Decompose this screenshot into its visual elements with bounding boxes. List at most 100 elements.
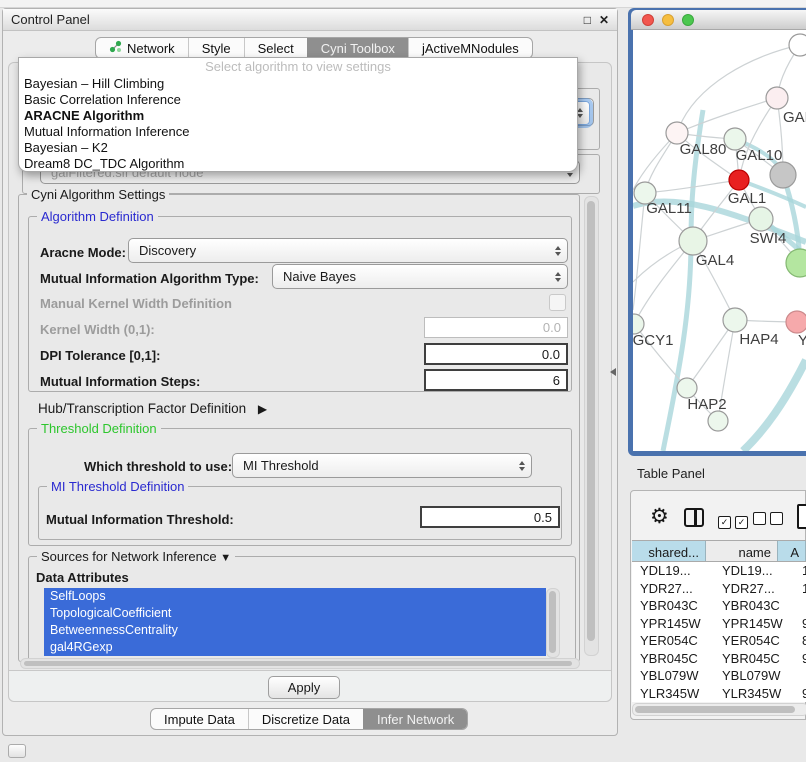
- algorithm-option[interactable]: Dream8 DC_TDC Algorithm: [19, 156, 577, 172]
- select-all-checkboxes-icon[interactable]: ✓✓: [718, 512, 752, 530]
- minimize-traffic-light[interactable]: [662, 14, 674, 26]
- network-node-label: SWI4: [750, 230, 787, 247]
- collapse-down-icon[interactable]: ▼: [220, 552, 231, 564]
- data-attribute-item[interactable]: TopologicalCoefficient: [44, 605, 546, 622]
- network-node[interactable]: [729, 170, 749, 190]
- table-rows[interactable]: YDL19...YDL19...13YDR27...YDR27...12YBR0…: [632, 562, 806, 702]
- mi-threshold-field[interactable]: 0.5: [420, 506, 560, 528]
- close-traffic-light[interactable]: [642, 14, 654, 26]
- table-row[interactable]: YPR145WYPR145W9.: [632, 615, 806, 633]
- tab-discretize-data[interactable]: Discretize Data: [248, 709, 363, 729]
- table-header: shared...nameA: [632, 540, 806, 562]
- collapse-right-icon[interactable]: ▶: [258, 402, 267, 416]
- tab-jactivemnodules[interactable]: jActiveMNodules: [408, 38, 532, 58]
- tab-infer-network[interactable]: Infer Network: [363, 709, 467, 729]
- network-edge[interactable]: [634, 241, 693, 324]
- algorithm-dropdown-list: Select algorithm to view settings Bayesi…: [18, 57, 578, 172]
- network-node[interactable]: [766, 87, 788, 109]
- network-node[interactable]: [786, 311, 806, 333]
- sources-title[interactable]: Sources for Network Inference ▼: [37, 549, 235, 566]
- tab-impute-data[interactable]: Impute Data: [151, 709, 248, 729]
- network-edge[interactable]: [677, 98, 777, 133]
- table-row[interactable]: YBR045CYBR045C9.: [632, 650, 806, 668]
- network-node[interactable]: [770, 162, 796, 188]
- network-node-label: GAL4: [696, 252, 734, 269]
- aracne-mode-label: Aracne Mode:: [40, 245, 126, 260]
- control-panel-titlebar: Control Panel □ ✕: [3, 9, 617, 31]
- table-row[interactable]: YBR043CYBR043C: [632, 597, 806, 615]
- algorithm-option[interactable]: Bayesian – K2: [19, 140, 577, 156]
- network-node-label: GAL11: [646, 200, 692, 217]
- table-row[interactable]: YBL079WYBL079W: [632, 667, 806, 685]
- new-table-icon[interactable]: [797, 504, 806, 529]
- data-attribute-item[interactable]: gal4RGexp: [44, 639, 546, 656]
- cyni-settings-title: Cyni Algorithm Settings: [27, 187, 169, 202]
- float-window-icon[interactable]: □: [584, 13, 591, 27]
- table-panel-title: Table Panel: [637, 466, 705, 481]
- table-horizontal-scrollbar[interactable]: [632, 703, 806, 716]
- mi-steps-field[interactable]: 6: [424, 369, 568, 391]
- gear-icon[interactable]: ⚙: [650, 506, 669, 527]
- network-node-label: GCY1: [633, 332, 673, 349]
- algorithm-option[interactable]: ARACNE Algorithm: [19, 108, 577, 124]
- network-icon: [109, 40, 122, 56]
- deselect-all-checkboxes-icon[interactable]: [753, 512, 787, 530]
- network-node[interactable]: [708, 411, 728, 431]
- table-column-header[interactable]: A: [778, 541, 806, 562]
- mi-type-combo[interactable]: Naive Bayes: [272, 264, 568, 289]
- splitter-collapse-icon[interactable]: [610, 368, 616, 376]
- network-window-titlebar[interactable]: [631, 10, 806, 30]
- control-panel-title: Control Panel: [11, 12, 90, 27]
- network-node[interactable]: [679, 227, 707, 255]
- mi-type-value: Naive Bayes: [283, 269, 356, 284]
- settings-horizontal-scrollbar[interactable]: [20, 658, 580, 669]
- mi-threshold-label: Mutual Information Threshold:: [46, 512, 234, 527]
- aracne-mode-combo[interactable]: Discovery: [128, 238, 568, 263]
- network-node[interactable]: [749, 207, 773, 231]
- table-row[interactable]: YLR345WYLR345W9.: [632, 685, 806, 703]
- collapsed-panel-icon[interactable]: [8, 744, 26, 758]
- algorithm-option[interactable]: Basic Correlation Inference: [19, 92, 577, 108]
- network-node-label: HAP4: [739, 331, 778, 348]
- network-edge[interactable]: [633, 193, 645, 310]
- close-icon[interactable]: ✕: [599, 13, 609, 27]
- tab-style[interactable]: Style: [188, 38, 244, 58]
- network-graph[interactable]: GALGAL80GAL10GAL1GAL11SWI4GAL4GCY1HAP4YH…: [633, 30, 806, 451]
- network-edge-highlighted[interactable]: [743, 360, 806, 451]
- algorithm-option[interactable]: Mutual Information Inference: [19, 124, 577, 140]
- zoom-traffic-light[interactable]: [682, 14, 694, 26]
- network-node-label: Y: [798, 332, 806, 349]
- table-column-header[interactable]: name: [706, 541, 778, 562]
- data-attributes-list[interactable]: SelfLoopsTopologicalCoefficientBetweenne…: [44, 588, 546, 656]
- network-node-label: GAL1: [728, 190, 766, 207]
- table-row[interactable]: YER054CYER054C8.: [632, 632, 806, 650]
- manual-kernel-checkbox[interactable]: [549, 294, 566, 311]
- network-node[interactable]: [633, 314, 644, 334]
- dpi-tolerance-field[interactable]: 0.0: [424, 343, 568, 365]
- data-attribute-item[interactable]: SelfLoops: [44, 588, 546, 605]
- kernel-width-field[interactable]: 0.0: [424, 317, 568, 338]
- tab-network[interactable]: Network: [96, 38, 188, 58]
- hub-definition-header[interactable]: Hub/Transcription Factor Definition ▶: [38, 401, 267, 417]
- algorithm-option[interactable]: Bayesian – Hill Climbing: [19, 76, 577, 92]
- which-threshold-combo[interactable]: MI Threshold: [232, 453, 532, 478]
- top-strip: [0, 0, 806, 8]
- network-canvas[interactable]: GALGAL80GAL10GAL1GAL11SWI4GAL4GCY1HAP4YH…: [633, 30, 806, 451]
- table-row[interactable]: YDL19...YDL19...13: [632, 562, 806, 580]
- tab-cyni-toolbox[interactable]: Cyni Toolbox: [307, 38, 408, 58]
- table-row[interactable]: YDR27...YDR27...12: [632, 580, 806, 598]
- network-node[interactable]: [786, 249, 806, 277]
- apply-button[interactable]: Apply: [268, 676, 340, 699]
- table-column-header[interactable]: shared...: [632, 541, 706, 562]
- which-threshold-label: Which threshold to use:: [84, 459, 232, 474]
- data-attribute-item[interactable]: BetweennessCentrality: [44, 622, 546, 639]
- network-node[interactable]: [677, 378, 697, 398]
- network-node[interactable]: [789, 34, 806, 56]
- settings-vertical-scrollbar[interactable]: [584, 196, 599, 656]
- attributes-scrollbar[interactable]: [546, 588, 560, 658]
- tab-select[interactable]: Select: [244, 38, 307, 58]
- mi-type-label: Mutual Information Algorithm Type:: [40, 271, 259, 286]
- columns-icon[interactable]: [684, 508, 704, 527]
- network-node[interactable]: [723, 308, 747, 332]
- network-node-label: GAL10: [736, 147, 783, 164]
